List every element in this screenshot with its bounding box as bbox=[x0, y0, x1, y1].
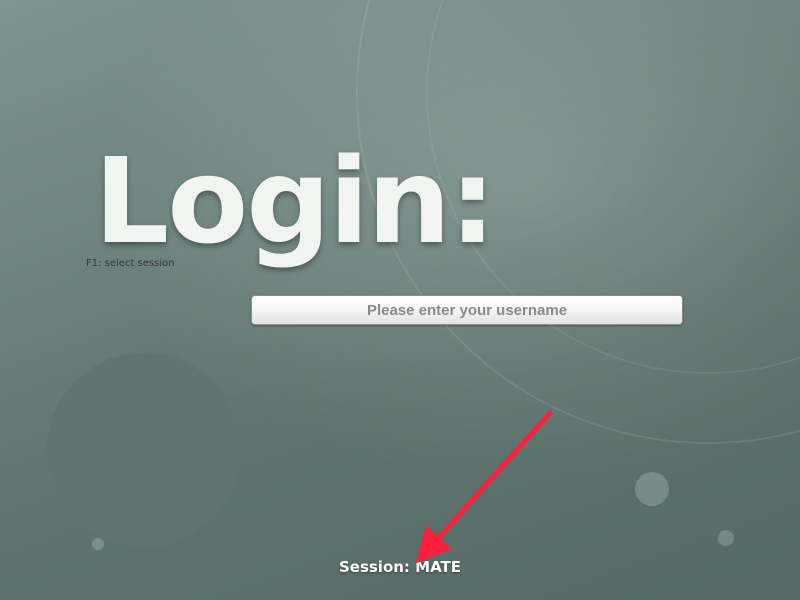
annotation-arrow-icon bbox=[410, 403, 570, 573]
decorative-dot bbox=[635, 472, 669, 506]
login-title: Login: bbox=[94, 142, 494, 260]
session-indicator: Session: MATE bbox=[0, 558, 800, 576]
decorative-dot bbox=[718, 530, 734, 546]
session-label: Session: bbox=[339, 558, 415, 576]
session-value: MATE bbox=[415, 558, 461, 576]
decorative-dot bbox=[92, 538, 104, 550]
session-select-hint: F1: select session bbox=[86, 258, 175, 269]
username-input[interactable] bbox=[251, 295, 683, 325]
